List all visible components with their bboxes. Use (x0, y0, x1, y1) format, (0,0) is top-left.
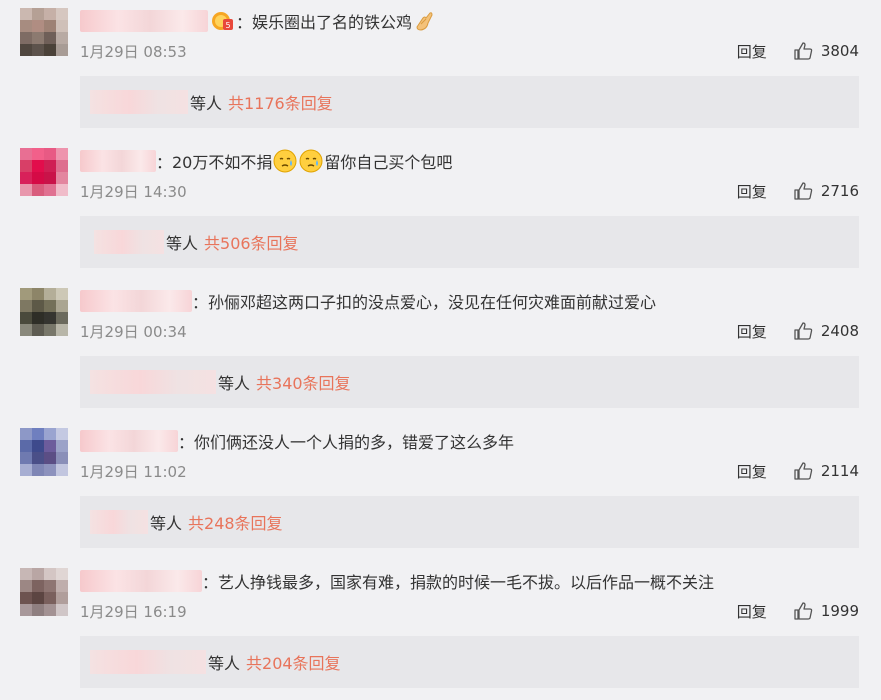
username-blurred[interactable] (80, 570, 202, 592)
cold-sweat-emoji-icon (273, 149, 297, 173)
svg-text:5: 5 (225, 21, 230, 30)
comment-date: 1月29日 14:30 (80, 182, 187, 201)
comment-text: ：孙俪邓超这两口子扣的没点爱心，没见在任何灾难面前献过爱心 (192, 293, 657, 312)
clap-hands-emoji-icon (416, 12, 433, 31)
like-button[interactable]: 1999 (793, 601, 859, 621)
view-all-replies-link[interactable]: 共204条回复 (246, 650, 341, 674)
comment-text-continued: 留你自己买个包吧 (324, 153, 453, 172)
comment-meta: 1月29日 16:19 回复 1999 (80, 600, 859, 622)
sub-replies-etc: 等人 (218, 374, 251, 393)
view-all-replies-link[interactable]: 共248条回复 (188, 510, 283, 534)
reply-button[interactable]: 回复 (737, 321, 767, 342)
like-count: 1999 (820, 602, 859, 620)
sub-reply-users-blurred (90, 650, 206, 674)
like-count: 2114 (820, 462, 859, 480)
thumbs-up-icon (794, 322, 813, 340)
thumbs-up-icon (794, 42, 813, 60)
like-count: 2716 (820, 182, 859, 200)
username-blurred[interactable] (80, 150, 156, 172)
like-button[interactable]: 2408 (793, 321, 859, 341)
avatar[interactable] (20, 288, 68, 336)
reply-button[interactable]: 回复 (737, 461, 767, 482)
sub-replies-etc: 等人 (166, 234, 199, 253)
comment-date: 1月29日 00:34 (80, 322, 187, 341)
comment-item: ：孙俪邓超这两口子扣的没点爱心，没见在任何灾难面前献过爱心 1月29日 00:3… (0, 280, 881, 420)
username-blurred[interactable] (80, 10, 208, 32)
reply-button[interactable]: 回复 (737, 601, 767, 622)
sub-replies-bar: 等人 共506条回复 (80, 216, 859, 268)
comment-content: ：艺人挣钱最多，国家有难，捐款的时候一毛不拔。以后作品一概不关注 (80, 568, 714, 594)
sub-replies-etc: 等人 (190, 94, 223, 113)
comment-date: 1月29日 08:53 (80, 42, 187, 61)
comment-text: ：20万不如不捐 (156, 153, 273, 172)
like-count: 2408 (820, 322, 859, 340)
thumbs-up-icon (794, 182, 813, 200)
avatar[interactable] (20, 148, 68, 196)
comment-content: 5 ：娱乐圈出了名的铁公鸡 (80, 8, 438, 34)
vip-badge-icon: 5 (212, 12, 233, 30)
like-button[interactable]: 2716 (793, 181, 859, 201)
comment-text: ：娱乐圈出了名的铁公鸡 (236, 13, 413, 32)
sub-replies-bar: 等人 共1176条回复 (80, 76, 859, 128)
comment-item: ：你们俩还没人一个人捐的多，错爱了这么多年 1月29日 11:02 回复 211… (0, 420, 881, 560)
username-blurred[interactable] (80, 290, 192, 312)
comment-meta: 1月29日 11:02 回复 2114 (80, 460, 859, 482)
comment-content: ：20万不如不捐 留你自己买个包吧 (80, 148, 452, 174)
thumbs-up-icon (794, 462, 813, 480)
avatar[interactable] (20, 8, 68, 56)
comment-item: ：20万不如不捐 留你自己买个包吧 1月29日 14:30 回复 2716 等人… (0, 140, 881, 280)
username-blurred[interactable] (80, 430, 178, 452)
sub-replies-etc: 等人 (208, 654, 241, 673)
avatar[interactable] (20, 568, 68, 616)
view-all-replies-link[interactable]: 共1176条回复 (228, 90, 333, 114)
reply-button[interactable]: 回复 (737, 181, 767, 202)
sub-reply-users-blurred (90, 510, 148, 534)
comment-date: 1月29日 16:19 (80, 602, 187, 621)
reply-button[interactable]: 回复 (737, 41, 767, 62)
sub-reply-users-blurred (90, 90, 188, 114)
cold-sweat-emoji-icon (299, 149, 323, 173)
view-all-replies-link[interactable]: 共340条回复 (256, 370, 351, 394)
comment-meta: 1月29日 14:30 回复 2716 (80, 180, 859, 202)
sub-replies-bar: 等人 共248条回复 (80, 496, 859, 548)
view-all-replies-link[interactable]: 共506条回复 (204, 230, 299, 254)
sub-reply-users-blurred (94, 230, 164, 254)
avatar[interactable] (20, 428, 68, 476)
sub-reply-users-blurred (90, 370, 216, 394)
sub-replies-bar: 等人 共204条回复 (80, 636, 859, 688)
comment-text: ：你们俩还没人一个人捐的多，错爱了这么多年 (178, 433, 515, 452)
like-button[interactable]: 3804 (793, 41, 859, 61)
like-count: 3804 (820, 42, 859, 60)
comment-item: ：艺人挣钱最多，国家有难，捐款的时候一毛不拔。以后作品一概不关注 1月29日 1… (0, 560, 881, 700)
sub-replies-bar: 等人 共340条回复 (80, 356, 859, 408)
comment-date: 1月29日 11:02 (80, 462, 187, 481)
comment-content: ：孙俪邓超这两口子扣的没点爱心，没见在任何灾难面前献过爱心 (80, 288, 656, 314)
thumbs-up-icon (794, 602, 813, 620)
comment-content: ：你们俩还没人一个人捐的多，错爱了这么多年 (80, 428, 514, 454)
comment-text: ：艺人挣钱最多，国家有难，捐款的时候一毛不拔。以后作品一概不关注 (202, 573, 715, 592)
like-button[interactable]: 2114 (793, 461, 859, 481)
comment-item: 5 ：娱乐圈出了名的铁公鸡 1月29日 08:53 回复 3804 等人 共11… (0, 0, 881, 140)
comment-meta: 1月29日 00:34 回复 2408 (80, 320, 859, 342)
sub-replies-etc: 等人 (150, 514, 183, 533)
comment-meta: 1月29日 08:53 回复 3804 (80, 40, 859, 62)
